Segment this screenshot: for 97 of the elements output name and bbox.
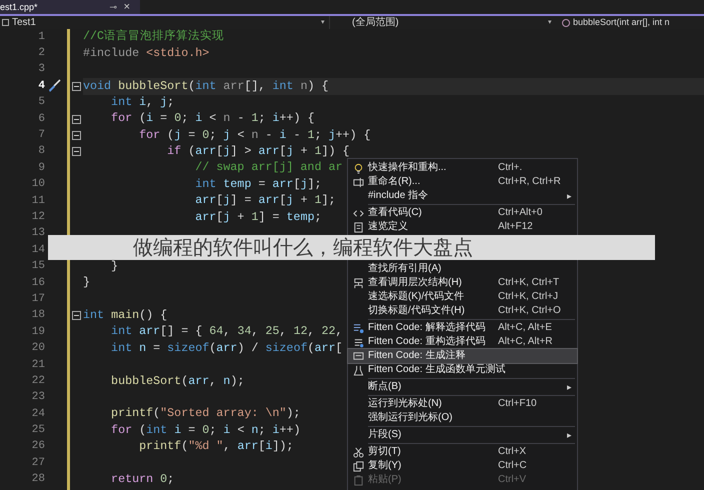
flask-icon: [352, 364, 364, 376]
code-line: printf("%d ", arr[i]);: [138, 441, 294, 453]
clipboard-icon: [352, 474, 364, 486]
angle-brackets-icon: [352, 208, 364, 218]
menu-item[interactable]: Fitten Code: 生成函数单元测试: [348, 363, 577, 377]
code-line: for (j = 0; j < n - i - 1; j++) {: [138, 130, 371, 142]
line-number: 2: [38, 48, 45, 60]
line-number: 21: [32, 360, 45, 370]
menu-item[interactable]: #include 指令 ▸: [348, 189, 577, 203]
code-line: int arr[] = { 64, 34, 25, 12, 22,: [110, 326, 343, 338]
rename-icon: [352, 176, 364, 188]
line-number: 23: [32, 392, 45, 404]
code-line: return 0;: [110, 474, 174, 486]
menu-item[interactable]: 查看代码(C) Ctrl+Alt+0: [348, 206, 577, 220]
menu-item[interactable]: 强制运行到光标(O): [348, 411, 577, 425]
line-number: 3: [38, 64, 45, 76]
line-number: 19: [32, 326, 45, 338]
line-number: 4: [38, 80, 45, 92]
copy-icon: [352, 460, 364, 472]
code-line: int main() {: [83, 310, 168, 322]
tab-label: est1.cpp*: [0, 2, 38, 12]
line-number: 7: [38, 130, 45, 142]
menu-item[interactable]: 切换标题/代码文件(H) Ctrl+K, Ctrl+O: [348, 304, 577, 318]
line-number: 8: [38, 146, 45, 158]
menu-item[interactable]: 快速操作和重构... Ctrl+.: [348, 161, 577, 175]
member-label: bubbleSort(int arr[], int n: [573, 18, 670, 27]
line-number: 26: [32, 441, 45, 452]
caption-text: 做编程的软件叫什么，编程软件大盘点: [133, 238, 473, 258]
line-number: 15: [32, 261, 45, 272]
member-dropdown[interactable]: bubbleSort(int arr[], int n: [558, 16, 704, 29]
menu-item[interactable]: Fitten Code: 解释选择代码 Alt+C, Alt+E: [348, 321, 577, 335]
code-line: //C语言冒泡排序算法实现: [83, 31, 224, 44]
menu-item[interactable]: 速选标题(K)/代码文件 Ctrl+K, Ctrl+J: [348, 290, 577, 304]
line-number: 28: [32, 474, 45, 486]
line-number: 14: [32, 244, 45, 256]
menu-item[interactable]: 速览定义 Alt+F12: [348, 220, 577, 234]
code-line: for (int i = 0; i < n; i++): [110, 424, 300, 436]
document-icon: [352, 222, 364, 232]
close-icon[interactable]: ×: [124, 2, 130, 12]
comment-icon: [352, 350, 364, 362]
menu-item[interactable]: 片段(S) ▸: [348, 428, 577, 442]
collapse-icon[interactable]: [72, 131, 81, 140]
menu-item[interactable]: 查看调用层次结构(H) Ctrl+K, Ctrl+T: [348, 276, 577, 290]
line-number: 9: [38, 162, 45, 174]
menu-item[interactable]: 重命名(R)... Ctrl+R, Ctrl+R: [348, 175, 577, 189]
line-number: 13: [32, 228, 45, 240]
line-number: 17: [32, 294, 45, 305]
code-line: }: [110, 260, 118, 273]
list-icon: [352, 322, 364, 334]
code-line: for (i = 0; i < n - 1; i++) {: [110, 113, 314, 125]
code-line: arr[j + 1] = temp;: [194, 212, 322, 224]
code-line: void bubbleSort(int arr[], int n) {: [83, 80, 329, 92]
code-line: }: [83, 277, 90, 289]
scissors-icon: [352, 446, 364, 458]
code-line: int i, j;: [110, 96, 174, 109]
file-tab[interactable]: est1.cpp* ⊸ ×: [0, 0, 140, 14]
line-number: 6: [38, 114, 45, 125]
code-line: arr[j] = arr[j + 1];: [194, 195, 336, 207]
pin-icon[interactable]: ⊸: [110, 2, 118, 12]
scope-label: (全局范围): [352, 18, 399, 28]
menu-item[interactable]: 复制(Y) Ctrl+C: [348, 459, 577, 473]
hierarchy-icon: [352, 278, 364, 288]
line-number: 22: [32, 376, 45, 387]
quick-action-icon[interactable]: [47, 79, 61, 94]
line-number: 16: [32, 278, 45, 289]
code-line: printf("Sorted array: \n");: [110, 408, 300, 420]
line-number: 18: [32, 310, 45, 322]
collapse-icon[interactable]: [72, 82, 81, 91]
menu-item[interactable]: 剪切(T) Ctrl+X: [348, 445, 577, 459]
line-number: 11: [32, 196, 45, 207]
project-name: Test1: [12, 18, 36, 28]
project-icon: [2, 19, 9, 26]
code-line: // swap arr[j] and ar: [194, 162, 343, 174]
lightbulb-icon: [352, 162, 364, 174]
code-line: bubbleSort(arr, n);: [110, 376, 244, 388]
list-icon: [352, 336, 364, 348]
menu-item[interactable]: 查找所有引用(A): [348, 262, 577, 276]
menu-item[interactable]: Fitten Code: 重构选择代码 Alt+C, Alt+R: [348, 335, 577, 349]
menu-item[interactable]: 断点(B) ▸: [348, 380, 577, 394]
line-number: 5: [38, 97, 45, 108]
function-icon: [562, 18, 570, 26]
line-number: 10: [32, 179, 45, 190]
menu-item[interactable]: Fitten Code: 生成注释: [348, 349, 577, 363]
menu-item[interactable]: 运行到光标处(N) Ctrl+F10: [348, 397, 577, 411]
collapse-icon[interactable]: [72, 147, 81, 156]
line-number: 27: [32, 458, 45, 469]
line-number: 25: [32, 425, 45, 436]
code-line: int temp = arr[j];: [194, 178, 322, 191]
code-line: int n = sizeof(arr) / sizeof(arr[: [110, 342, 343, 354]
collapse-icon[interactable]: [72, 114, 81, 124]
code-line: if (arr[j] > arr[j + 1]) {: [166, 146, 350, 158]
line-number: 20: [32, 343, 45, 354]
line-number: 24: [32, 408, 45, 420]
line-number: 1: [38, 32, 45, 43]
code-line: #include <stdio.h>: [83, 48, 210, 60]
line-number: 12: [32, 212, 45, 223]
collapse-icon[interactable]: [72, 311, 81, 320]
